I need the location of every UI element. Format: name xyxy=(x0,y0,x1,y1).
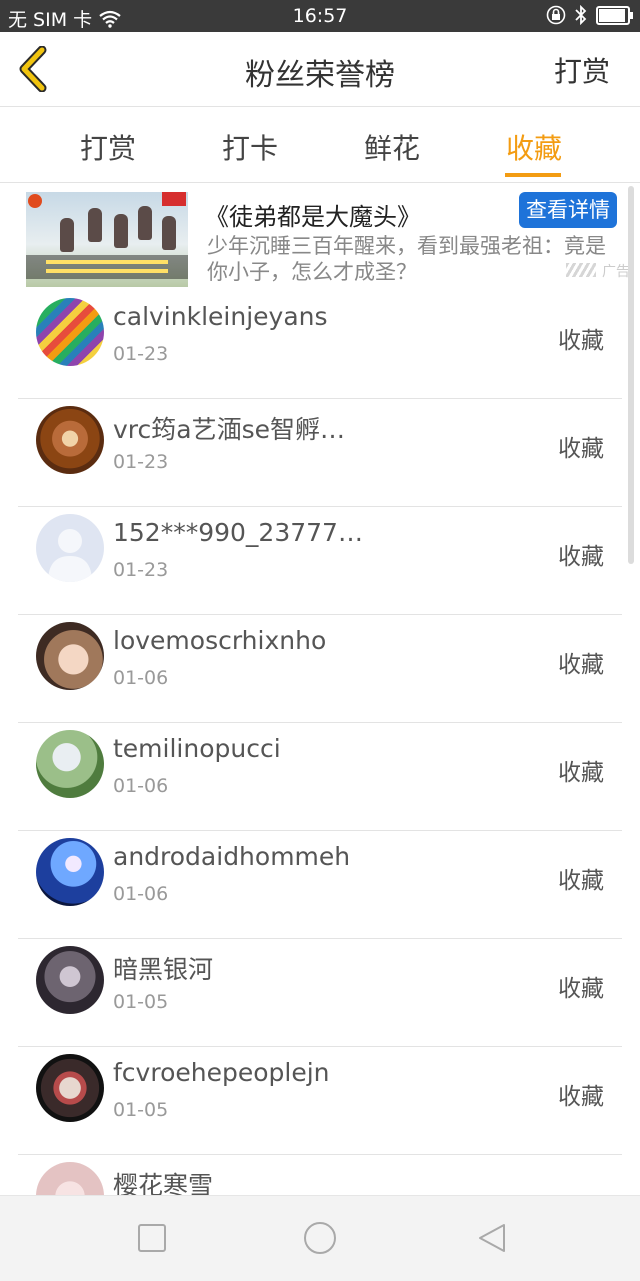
list-item[interactable]: temilinopucci 01-06 收藏 xyxy=(0,723,640,831)
list-item[interactable]: androdaidhommeh 01-06 收藏 xyxy=(0,831,640,939)
battery-icon xyxy=(596,5,633,25)
avatar[interactable] xyxy=(36,1054,104,1122)
ad-figure xyxy=(60,218,74,252)
ad-caption-line xyxy=(46,260,168,264)
user-name: 152***990_23777… xyxy=(113,518,363,547)
item-date: 01-06 xyxy=(113,667,169,689)
item-action-label: 收藏 xyxy=(558,652,604,678)
system-nav-bar xyxy=(0,1195,640,1281)
item-date: 01-23 xyxy=(113,343,169,365)
top-app-bar: 粉丝荣誉榜 打赏 xyxy=(0,32,640,107)
tab-bar: 打赏 打卡 鲜花 收藏 xyxy=(0,107,640,183)
reward-button[interactable]: 打赏 xyxy=(554,50,610,90)
avatar[interactable] xyxy=(36,946,104,1014)
ad-logo-icon xyxy=(28,194,42,208)
list-item[interactable]: 暗黑银河 01-05 收藏 xyxy=(0,939,640,1047)
ad-figure xyxy=(162,216,176,250)
user-name: 暗黑银河 xyxy=(113,955,214,984)
item-action-label: 收藏 xyxy=(558,868,604,894)
ad-tag-label: 广告 xyxy=(602,264,630,280)
ad-figure xyxy=(114,214,128,248)
status-time: 16:57 xyxy=(292,5,348,27)
list-item[interactable]: 152***990_23777… 01-23 收藏 xyxy=(0,507,640,615)
scrollbar[interactable] xyxy=(628,186,634,564)
user-name: lovemoscrhixnho xyxy=(113,626,327,655)
avatar[interactable] xyxy=(36,730,104,798)
status-right xyxy=(546,5,633,25)
list-item[interactable]: 樱花寒雪 xyxy=(0,1155,640,1195)
recent-apps-icon[interactable] xyxy=(132,1218,172,1258)
tab-favorites[interactable]: 收藏 xyxy=(506,127,562,167)
item-date: 01-05 xyxy=(113,991,169,1013)
item-date: 01-05 xyxy=(113,1099,169,1121)
home-icon[interactable] xyxy=(300,1218,340,1258)
lock-rotation-icon xyxy=(546,5,566,25)
tab-flowers[interactable]: 鲜花 xyxy=(364,127,420,167)
item-date: 01-06 xyxy=(113,883,169,905)
avatar[interactable] xyxy=(36,298,104,366)
item-date: 01-06 xyxy=(113,775,169,797)
battery-level xyxy=(599,8,625,22)
user-name: temilinopucci xyxy=(113,734,281,763)
avatar[interactable] xyxy=(36,1162,104,1195)
user-name: vrc筠a艺湎se智孵… xyxy=(113,415,345,444)
item-action-label: 收藏 xyxy=(558,976,604,1002)
list-item[interactable]: calvinkleinjeyans 01-23 收藏 xyxy=(0,291,640,399)
ad-description: 少年沉睡三百年醒来，看到最强老祖：竟是你小子，怎么才成圣？ xyxy=(207,234,606,284)
avatar[interactable] xyxy=(36,406,104,474)
ad-image-caption xyxy=(26,255,188,279)
user-name: fcvroehepeoplejn xyxy=(113,1058,330,1087)
ad-tag-icon xyxy=(566,263,596,277)
list-item[interactable]: fcvroehepeoplejn 01-05 收藏 xyxy=(0,1047,640,1155)
ad-image[interactable] xyxy=(26,192,188,287)
user-name: 樱花寒雪 xyxy=(113,1171,214,1195)
page-title: 粉丝荣誉榜 xyxy=(245,58,395,93)
back-triangle-icon[interactable] xyxy=(472,1218,512,1258)
user-name: calvinkleinjeyans xyxy=(113,302,328,331)
item-action-label: 收藏 xyxy=(558,1084,604,1110)
active-tab-indicator xyxy=(505,173,561,177)
user-name: androdaidhommeh xyxy=(113,842,351,871)
ad-banner[interactable]: 《徒弟都是大魔头》 查看详情 少年沉睡三百年醒来，看到最强老祖：竟是你小子，怎么… xyxy=(0,183,640,291)
bluetooth-icon xyxy=(575,5,587,25)
list-item[interactable]: vrc筠a艺湎se智孵… 01-23 收藏 xyxy=(0,399,640,507)
item-action-label: 收藏 xyxy=(558,760,604,786)
ad-badge xyxy=(162,192,186,206)
item-date: 01-23 xyxy=(113,451,169,473)
default-person-icon xyxy=(48,529,92,582)
avatar[interactable] xyxy=(36,514,104,582)
list-item[interactable]: lovemoscrhixnho 01-06 收藏 xyxy=(0,615,640,723)
avatar[interactable] xyxy=(36,622,104,690)
ad-caption-line xyxy=(46,269,168,273)
item-action-label: 收藏 xyxy=(558,328,604,354)
favorites-list: calvinkleinjeyans 01-23 收藏 vrc筠a艺湎se智孵… … xyxy=(0,291,640,1195)
item-action-label: 收藏 xyxy=(558,544,604,570)
item-date: 01-23 xyxy=(113,559,169,581)
tab-reward[interactable]: 打赏 xyxy=(80,127,136,167)
status-bar: 无 SIM 卡 16:57 xyxy=(0,0,640,32)
tab-checkin[interactable]: 打卡 xyxy=(222,127,278,167)
avatar[interactable] xyxy=(36,838,104,906)
ad-details-button[interactable]: 查看详情 xyxy=(519,192,617,228)
ad-title[interactable]: 《徒弟都是大魔头》 xyxy=(205,197,421,232)
ad-figure xyxy=(138,206,152,240)
item-action-label: 收藏 xyxy=(558,436,604,462)
ad-figure xyxy=(88,208,102,242)
